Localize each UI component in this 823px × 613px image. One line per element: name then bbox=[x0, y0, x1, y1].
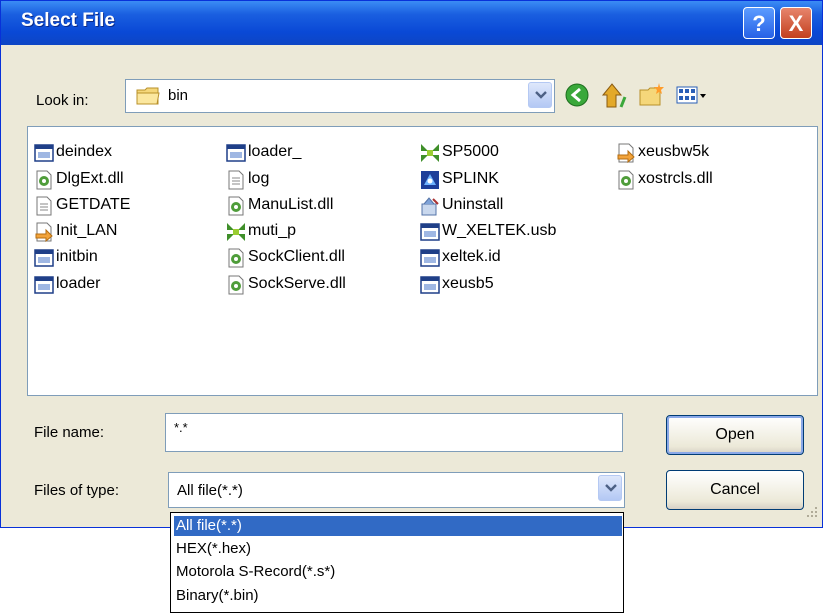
select-file-dialog: Select File ? X Look in: bin deindex Dlg… bbox=[0, 0, 823, 528]
file-name: loader_ bbox=[248, 143, 302, 160]
file-name: SockServe.dll bbox=[248, 275, 346, 292]
file-name: SockClient.dll bbox=[248, 248, 345, 265]
dll-icon bbox=[618, 170, 634, 190]
dll-icon bbox=[228, 275, 244, 295]
window-app-icon bbox=[34, 276, 54, 294]
text-file-icon bbox=[228, 170, 244, 190]
window-app-icon bbox=[420, 249, 440, 267]
close-button[interactable]: X bbox=[780, 7, 812, 39]
file-name: muti_p bbox=[248, 222, 297, 239]
look-in-dropdown-button[interactable] bbox=[528, 82, 552, 108]
shortcut-icon bbox=[617, 143, 635, 163]
type-option[interactable]: Motorola S-Record(*.s*) bbox=[174, 562, 335, 582]
window-app-icon bbox=[34, 144, 54, 162]
file-name: DlgExt.dll bbox=[56, 170, 124, 187]
back-icon[interactable] bbox=[563, 81, 591, 109]
file-name: initbin bbox=[56, 248, 98, 265]
file-name: xeltek.id bbox=[442, 248, 501, 265]
file-name: SP5000 bbox=[442, 143, 499, 160]
type-option[interactable]: HEX(*.hex) bbox=[174, 539, 251, 559]
new-folder-icon[interactable] bbox=[638, 81, 666, 109]
window-app-icon bbox=[34, 249, 54, 267]
open-button[interactable]: Open bbox=[666, 415, 804, 455]
file-name: loader bbox=[56, 275, 101, 292]
file-name: SPLINK bbox=[442, 170, 499, 187]
chevron-down-icon bbox=[535, 91, 547, 99]
folder-icon bbox=[136, 87, 160, 105]
files-of-type-value: All file(*.*) bbox=[177, 482, 243, 499]
file-name-value: *.* bbox=[174, 420, 188, 435]
file-name: log bbox=[248, 170, 270, 187]
files-of-type-combo[interactable]: All file(*.*) bbox=[168, 472, 625, 508]
window-app-icon bbox=[226, 144, 246, 162]
look-in-value: bin bbox=[168, 87, 189, 104]
text-file-icon bbox=[36, 196, 52, 216]
file-name-label: File name: bbox=[34, 424, 105, 441]
file-name: Init_LAN bbox=[56, 222, 118, 239]
type-option[interactable]: Binary(*.bin) bbox=[174, 586, 259, 606]
chevron-down-icon bbox=[605, 484, 617, 492]
up-folder-icon[interactable] bbox=[601, 81, 629, 109]
files-of-type-dropdown-button[interactable] bbox=[598, 475, 622, 501]
type-option-selected[interactable]: All file(*.*) bbox=[174, 516, 622, 536]
file-name: ManuList.dll bbox=[248, 196, 334, 213]
files-of-type-label: Files of type: bbox=[34, 482, 120, 499]
file-list[interactable]: deindex DlgExt.dll GETDATE Init_LAN init… bbox=[27, 126, 818, 396]
resize-grip-icon[interactable] bbox=[805, 505, 819, 519]
help-button[interactable]: ? bbox=[743, 7, 775, 39]
cancel-button[interactable]: Cancel bbox=[666, 470, 804, 510]
files-of-type-dropdown-list: All file(*.*) HEX(*.hex) Motorola S-Reco… bbox=[170, 512, 624, 613]
dll-icon bbox=[36, 170, 52, 190]
view-menu-icon[interactable] bbox=[675, 81, 709, 109]
dll-icon bbox=[228, 196, 244, 216]
file-name: W_XELTEK.usb bbox=[442, 222, 557, 239]
program-blue-icon bbox=[421, 171, 439, 189]
file-name: xeusb5 bbox=[442, 275, 494, 292]
uninstall-icon bbox=[421, 197, 439, 216]
file-name: xostrcls.dll bbox=[638, 170, 713, 187]
file-name: Uninstall bbox=[442, 196, 504, 213]
window-app-icon bbox=[420, 276, 440, 294]
window-app-icon bbox=[420, 223, 440, 241]
dialog-title: Select File bbox=[21, 10, 115, 31]
look-in-combo[interactable]: bin bbox=[125, 79, 555, 113]
file-name: xeusbw5k bbox=[638, 143, 710, 160]
shortcut-icon bbox=[35, 222, 53, 242]
dll-icon bbox=[228, 248, 244, 268]
program-green-icon bbox=[421, 144, 439, 162]
file-name: GETDATE bbox=[56, 196, 131, 213]
file-name-input[interactable]: *.* bbox=[165, 413, 623, 452]
file-name: deindex bbox=[56, 143, 113, 160]
look-in-label: Look in: bbox=[36, 92, 89, 109]
title-bar[interactable]: Select File ? X bbox=[1, 1, 822, 45]
program-green-icon bbox=[227, 223, 245, 241]
